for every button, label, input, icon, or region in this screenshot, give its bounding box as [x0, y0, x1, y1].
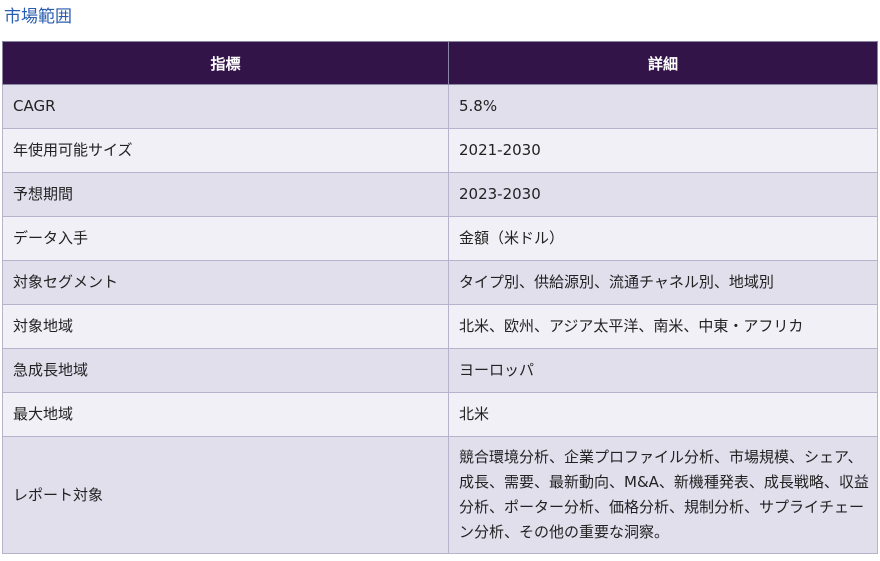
row-detail: 2021-2030: [448, 128, 878, 173]
row-metric: 最大地域: [2, 392, 449, 437]
row-metric: レポート対象: [2, 436, 449, 554]
table-row: CAGR 5.8%: [2, 84, 878, 129]
row-metric: 対象地域: [2, 304, 449, 349]
row-detail: 北米、欧州、アジア太平洋、南米、中東・アフリカ: [448, 304, 878, 349]
table-row: 急成長地域 ヨーロッパ: [2, 348, 878, 393]
row-metric: 年使用可能サイズ: [2, 128, 449, 173]
row-detail: 競合環境分析、企業プロファイル分析、市場規模、シェア、成長、需要、最新動向、M&…: [448, 436, 878, 554]
table-row: 対象地域 北米、欧州、アジア太平洋、南米、中東・アフリカ: [2, 304, 878, 349]
row-detail: 5.8%: [448, 84, 878, 129]
table-row: 対象セグメント タイプ別、供給源別、流通チャネル別、地域別: [2, 260, 878, 305]
row-metric: データ入手: [2, 216, 449, 261]
section-heading: 市場範囲: [4, 7, 72, 27]
header-detail: 詳細: [448, 41, 878, 85]
table-row: 年使用可能サイズ 2021-2030: [2, 128, 878, 173]
table-header-row: 指標 詳細: [2, 41, 878, 85]
table-row: レポート対象 競合環境分析、企業プロファイル分析、市場規模、シェア、成長、需要、…: [2, 436, 878, 554]
row-detail: ヨーロッパ: [448, 348, 878, 393]
table-row: データ入手 金額（米ドル）: [2, 216, 878, 261]
market-scope-table: 指標 詳細 CAGR 5.8% 年使用可能サイズ 2021-2030 予想期間 …: [2, 41, 878, 554]
row-detail: 2023-2030: [448, 172, 878, 217]
row-metric: 急成長地域: [2, 348, 449, 393]
row-detail: タイプ別、供給源別、流通チャネル別、地域別: [448, 260, 878, 305]
header-metric: 指標: [2, 41, 449, 85]
row-metric: 対象セグメント: [2, 260, 449, 305]
row-metric: CAGR: [2, 84, 449, 129]
row-detail: 金額（米ドル）: [448, 216, 878, 261]
table-row: 予想期間 2023-2030: [2, 172, 878, 217]
table-row: 最大地域 北米: [2, 392, 878, 437]
row-detail: 北米: [448, 392, 878, 437]
row-metric: 予想期間: [2, 172, 449, 217]
